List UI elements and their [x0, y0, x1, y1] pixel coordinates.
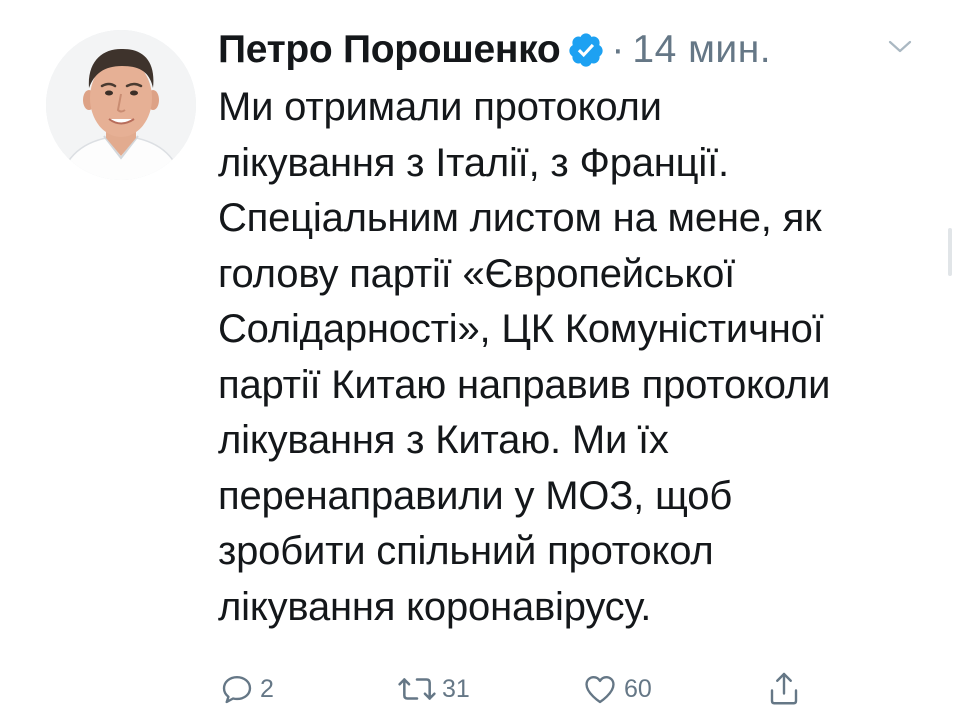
scrollbar[interactable]: [948, 228, 952, 276]
tweet-text-line: голову партії «Європейської: [218, 251, 736, 296]
tweet-text-line: зробити спільний протокол: [218, 529, 714, 573]
retweet-icon: [398, 678, 436, 700]
reply-icon: [222, 675, 252, 704]
share-button[interactable]: [766, 666, 802, 712]
tweet-text-line: партії Китаю направив протоколи: [218, 362, 831, 407]
tweet-text-line: Спеціальним листом на мене, як: [218, 196, 822, 240]
timestamp[interactable]: 14 мин.: [632, 28, 771, 72]
tweet-text-line: лікування коронавірусу.: [218, 584, 652, 629]
tweet-text-line: перенаправили у МОЗ, щоб: [218, 473, 733, 518]
tweet-text-line: лікування з Китаю. Ми їх: [218, 418, 669, 462]
tweet-text-line: Ми отримали протоколи: [218, 85, 662, 129]
tweet-actions: 2 31 60: [218, 666, 818, 712]
tweet-card: Петро Порошенко · 14 мин. Ми отримали пр…: [0, 0, 960, 726]
heart-icon: [585, 675, 615, 704]
like-button[interactable]: 60: [580, 666, 652, 712]
tweet-text-line: лікування з Італії, з Франції.: [218, 140, 729, 185]
retweet-button[interactable]: 31: [396, 666, 470, 712]
like-count: 60: [624, 674, 652, 703]
share-icon: [770, 672, 798, 705]
reply-button[interactable]: 2: [218, 666, 274, 712]
author-name[interactable]: Петро Порошенко: [218, 28, 561, 72]
tweet-header: Петро Порошенко · 14 мин.: [218, 22, 771, 78]
avatar[interactable]: [46, 30, 196, 180]
separator-dot: ·: [611, 28, 625, 71]
reply-count: 2: [260, 674, 274, 703]
tweet-text: Ми отримали протоколи лікування з Італії…: [218, 80, 928, 635]
retweet-count: 31: [442, 674, 470, 703]
tweet-text-line: Солідарності», ЦК Комуністичної: [218, 307, 824, 351]
chevron-down-icon[interactable]: [886, 36, 914, 56]
avatar-photo: [46, 30, 196, 180]
verified-badge-icon: [567, 31, 605, 69]
